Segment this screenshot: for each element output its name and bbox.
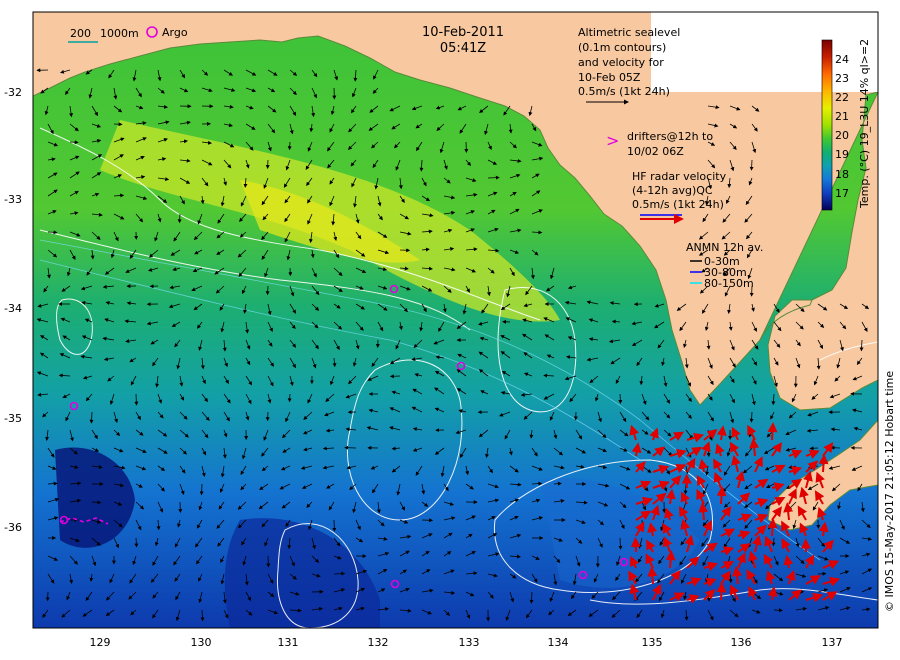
x-tick-label: 129 <box>90 636 111 649</box>
y-tick-label: -35 <box>4 412 22 425</box>
hf-radar-arrow <box>767 422 778 441</box>
drifter-legend-symbol: > <box>606 131 619 150</box>
x-tick-label: 132 <box>368 636 389 649</box>
velocity-arrow <box>265 285 270 296</box>
hf-radar-arrow <box>767 518 778 537</box>
colorbar-tick: 22 <box>835 91 849 104</box>
x-tick-label: 135 <box>642 636 663 649</box>
altimetry-legend-line: (0.1m contours) <box>578 41 666 54</box>
x-tick-label: 137 <box>822 636 843 649</box>
velocity-arrow <box>333 571 346 576</box>
y-tick-label: -32 <box>4 86 22 99</box>
velocity-arrow <box>749 159 754 171</box>
velocity-arrow <box>287 141 292 151</box>
y-axis: -32 -33 -34 -35 -36 <box>4 86 22 534</box>
altimetry-legend-line: Altimetric sealevel <box>578 26 680 39</box>
credit-text: © IMOS 15-May-2017 21:05:12 Hobart time <box>883 371 896 612</box>
map-date: 10-Feb-2011 <box>422 25 504 40</box>
scale-bar-left-label: 200 <box>70 27 91 40</box>
anmn-legend-title: ANMN 12h av. <box>686 241 763 254</box>
y-tick-label: -33 <box>4 193 22 206</box>
colorbar-tick: 19 <box>835 148 849 161</box>
x-tick-label: 131 <box>278 636 299 649</box>
altimetry-legend-line: 10-Feb 05Z <box>578 71 641 84</box>
colorbar-tick: 17 <box>835 187 849 200</box>
colorbar-ramp <box>821 39 833 211</box>
velocity-arrow <box>287 393 292 403</box>
x-axis: 129 130 131 132 133 134 135 136 137 <box>90 636 843 649</box>
sst-map-figure: 129 130 131 132 133 134 135 136 137 -32 … <box>4 11 896 649</box>
hf-radar-arrow <box>665 550 676 569</box>
argo-legend-label: Argo <box>162 26 188 39</box>
drifter-legend-line: 10/02 06Z <box>627 145 684 158</box>
hf-radar-arrow <box>716 486 727 505</box>
scale-bar-right-label: 1000m <box>100 27 139 40</box>
colorbar-tick: 24 <box>835 53 849 66</box>
colorbar-tick: 21 <box>835 110 849 123</box>
altimetry-legend-line: and velocity for <box>578 56 664 69</box>
velocity-arrow <box>177 213 182 224</box>
colorbar-tick: 18 <box>835 168 849 181</box>
hf-radar-arrow <box>630 537 641 553</box>
map-time: 05:41Z <box>440 41 486 56</box>
velocity-arrow <box>47 230 58 235</box>
drifter-legend-line: drifters@12h to <box>627 130 713 143</box>
scale-bar: 200 1000m <box>68 27 139 43</box>
hf-radar-arrow <box>647 566 658 585</box>
x-tick-label: 134 <box>548 636 569 649</box>
hf-radar-legend-line: HF radar velocity <box>632 170 727 183</box>
velocity-arrow <box>487 175 500 180</box>
colorbar-tick: 23 <box>835 72 849 85</box>
altimetry-legend-line: 0.5m/s (1kt 24h) <box>578 85 670 98</box>
hf-radar-legend-line: 0.5m/s (1kt 24h) <box>632 198 724 211</box>
colorbar-title: Temp. (°C) 19_L3U 14% ql>=2 <box>858 39 871 209</box>
anmn-legend-item: 80-150m <box>704 277 754 290</box>
x-tick-label: 133 <box>459 636 480 649</box>
x-tick-label: 136 <box>731 636 752 649</box>
velocity-arrow <box>134 393 139 406</box>
map-panel <box>33 12 878 628</box>
y-tick-label: -36 <box>4 521 22 534</box>
hf-radar-arrow <box>818 454 829 473</box>
velocity-arrow <box>618 393 623 404</box>
colorbar-tick: 20 <box>835 129 849 142</box>
y-tick-label: -34 <box>4 302 22 315</box>
hf-radar-arrow <box>716 582 727 601</box>
x-tick-label: 130 <box>191 636 212 649</box>
hf-radar-legend-line: (4-12h avg)QC <box>632 184 713 197</box>
velocity-arrow <box>199 483 204 496</box>
